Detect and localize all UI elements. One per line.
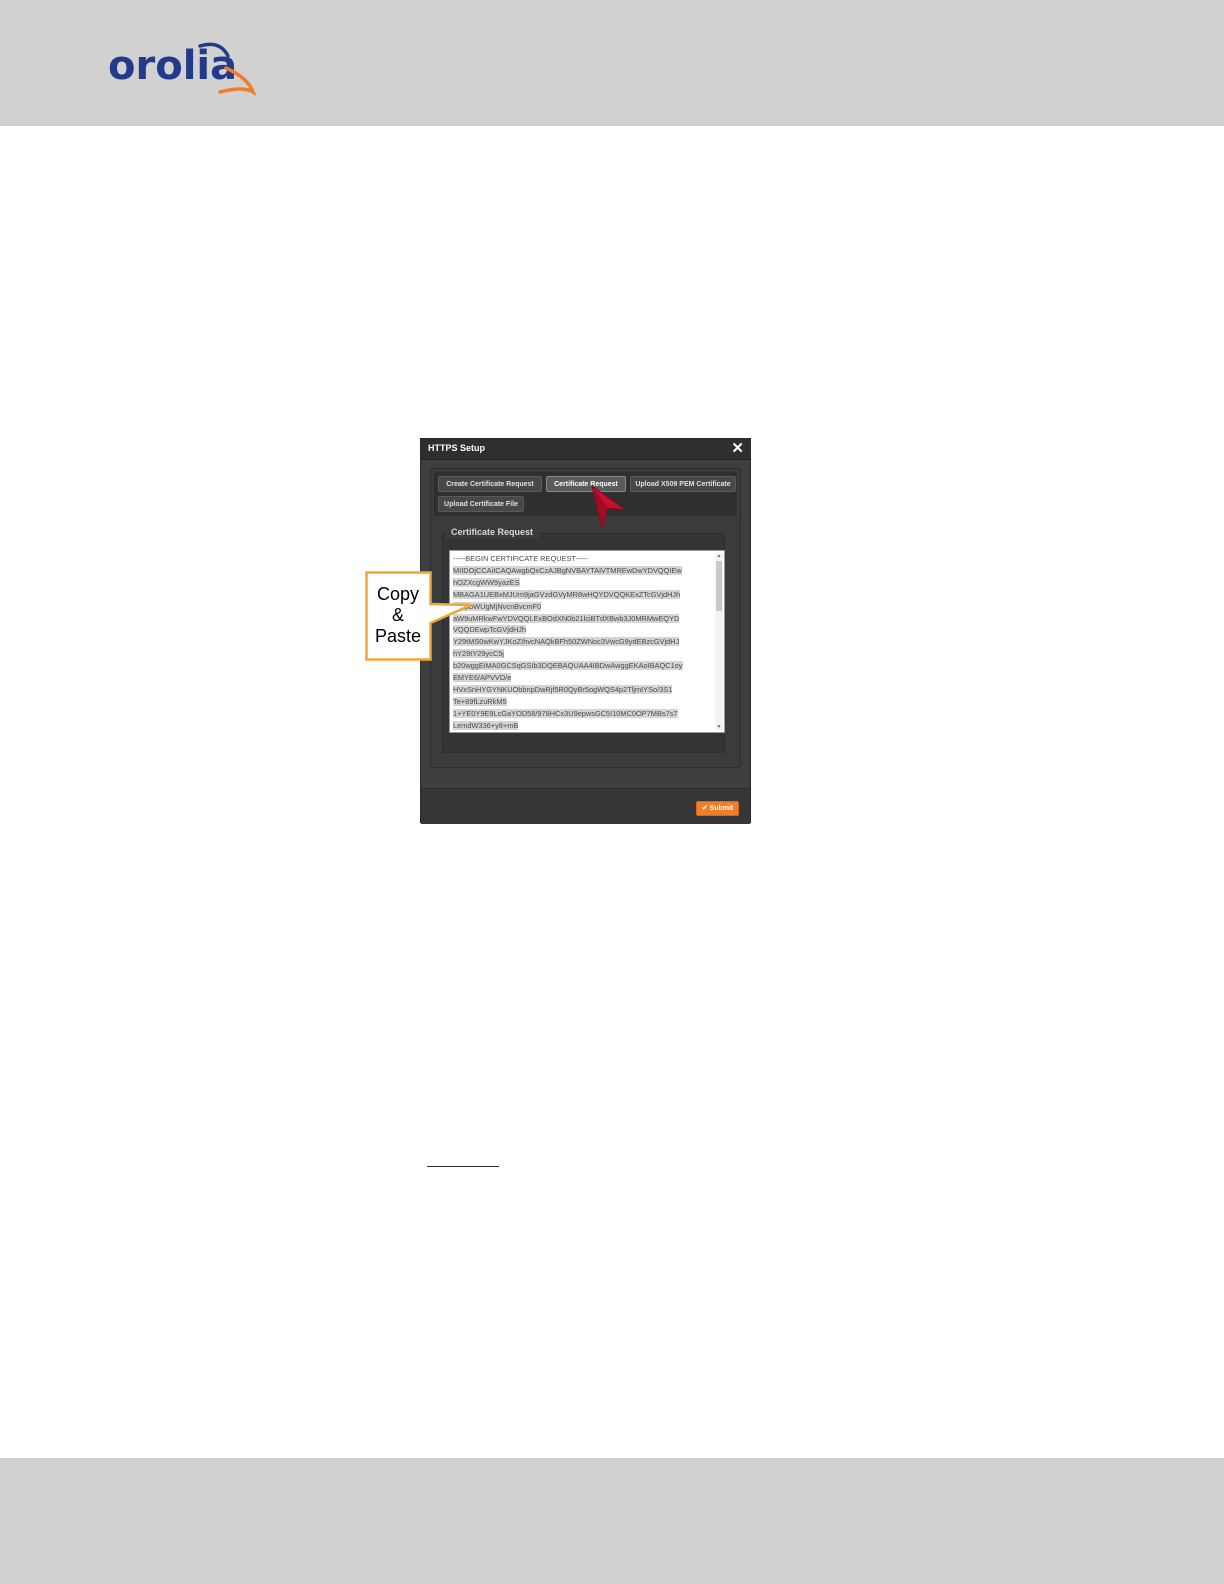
fieldset-legend: Certificate Request [445, 525, 540, 539]
cert-line: MBAGA1UEBxMJUm9jaGVzdGVyMR8wHQYDVQQKExZT… [453, 589, 681, 599]
cert-line: aW9uMRkwFwYDVQQLExBOdXN0b21lciBTdXBwb3J0… [453, 613, 680, 623]
certificate-request-fieldset: Certificate Request -----BEGIN CERTIFICA… [442, 525, 725, 753]
submit-button[interactable]: ✔ Submit [696, 801, 739, 816]
cert-line: IFRpbWUgMjNvcnBvcmF0 [453, 601, 542, 611]
cert-line: HVxSnHYGYNKUObbnpDwRjf5R0QyBr5ogWQS4p2Tl… [453, 684, 673, 694]
cert-line: hY29tY29ycC5j [453, 649, 504, 659]
callout-line-copy: Copy [376, 584, 420, 604]
close-icon[interactable]: ✕ [731, 440, 744, 458]
scroll-down-icon[interactable]: ▼ [716, 724, 722, 730]
tab-upload-x509-pem-certificate[interactable]: Upload X509 PEM Certificate [630, 476, 736, 492]
cert-line: b20wggEiMA0GCSqGSIb3DQEBAQUAA4IBDwAwggEK… [453, 661, 683, 671]
tab-upload-certificate-file[interactable]: Upload Certificate File [438, 496, 524, 512]
cert-line: 1+YE0Y9E9LcGaYOD58/978HCx3U9epwsGC5I10MC… [453, 708, 678, 718]
dialog-titlebar: HTTPS Setup ✕ [421, 439, 750, 460]
scrollbar-thumb[interactable] [716, 561, 722, 611]
text-underline-mark [427, 1166, 499, 1167]
copy-paste-callout: Copy & Paste [365, 571, 475, 661]
logo-swoosh-icon [198, 42, 257, 97]
cert-line: Te+89fLzuRkM5 [453, 696, 507, 706]
cert-line: LemdW336+y8+mB [453, 720, 519, 730]
callout-text: Copy & Paste [368, 584, 428, 647]
textarea-scrollbar[interactable]: ▲ ▼ [715, 553, 723, 730]
callout-line-ampersand: & [391, 605, 404, 625]
cert-line: Y29tMS0wKwYJKoZIhvcNAQkBFh50ZWNoc3VwcG9y… [453, 637, 680, 647]
scroll-up-icon[interactable]: ▲ [716, 553, 722, 559]
dialog-title: HTTPS Setup [428, 443, 486, 453]
pointer-arrow-icon [591, 484, 627, 530]
callout-line-paste: Paste [374, 626, 422, 646]
cert-line: VQQDEwpTcGVjdHJh [453, 625, 527, 635]
page-footer-band [0, 1458, 1224, 1584]
cert-line: -----BEGIN CERTIFICATE REQUEST----- [453, 554, 588, 563]
cert-line: hOZXcgWW9yazES [453, 577, 520, 587]
orolia-logo: orolia [108, 38, 268, 98]
certificate-text: -----BEGIN CERTIFICATE REQUEST----- MIID… [453, 553, 713, 732]
cert-line: EMYE6/APVVD/e [453, 673, 512, 683]
certificate-request-textarea[interactable]: -----BEGIN CERTIFICATE REQUEST----- MIID… [449, 550, 725, 733]
page-header-band: orolia [0, 0, 1224, 126]
tab-create-certificate-request[interactable]: Create Certificate Request [438, 476, 542, 492]
cert-line: MIIDOjCCAiICAQAwgbQxCzAJBgNVBAYTAlVTMREw… [453, 565, 682, 575]
dialog-footer: ✔ Submit [421, 788, 750, 824]
